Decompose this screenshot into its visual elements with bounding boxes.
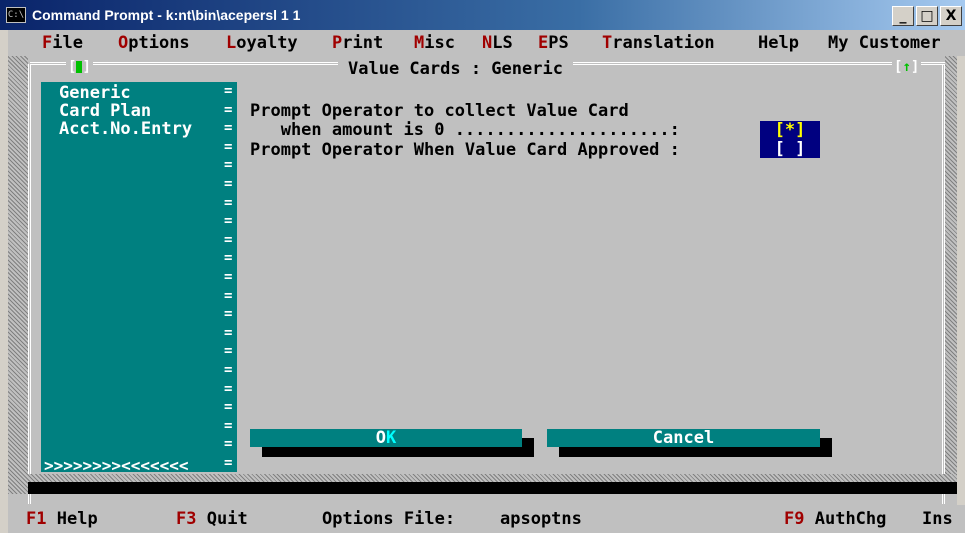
collect-label-line2: when amount is 0 .....................: xyxy=(250,120,680,140)
menu-nls[interactable]: NLS xyxy=(482,30,513,56)
sidebar-item-generic[interactable]: Generic xyxy=(59,84,131,102)
sidebar-separator-glyph: = xyxy=(224,194,233,211)
menu-loyalty-label: oyalty xyxy=(236,33,298,53)
menu-options[interactable]: Options xyxy=(118,30,190,56)
sidebar-separator-glyph: = xyxy=(224,380,233,397)
window-titlebar[interactable]: C:\ Command Prompt - k:nt\bin\acepersl 1… xyxy=(0,0,965,30)
sidebar-separator-glyph: = xyxy=(224,417,233,434)
menu-file[interactable]: File xyxy=(42,30,83,56)
sidebar-separator-glyph: = xyxy=(224,138,233,155)
dialog-zoom-control[interactable]: [↑] xyxy=(892,59,922,75)
maximize-button[interactable]: □ xyxy=(916,6,938,26)
console-area: File Options Loyalty Print Misc NLS EPS … xyxy=(0,30,965,533)
dialog-title: Value Cards : Generic xyxy=(338,60,573,78)
sidebar-separator-glyph: = xyxy=(224,250,233,267)
menu-print-label: rint xyxy=(342,33,384,53)
window-title: Command Prompt - k:nt\bin\acepersl 1 1 xyxy=(32,7,301,23)
status-separator-line xyxy=(28,482,957,494)
menu-nls-hotkey: N xyxy=(482,33,493,53)
menu-file-label: ile xyxy=(52,33,83,53)
zoom-arrow-icon: ↑ xyxy=(902,59,911,75)
status-quit[interactable]: F3 Quit xyxy=(176,505,248,533)
ok-button-hotkey: K xyxy=(386,428,397,448)
menu-bar: File Options Loyalty Print Misc NLS EPS … xyxy=(16,30,965,56)
collect-value-checkbox[interactable]: [*] xyxy=(760,121,820,140)
sidebar-separator-glyph: = xyxy=(224,213,233,230)
sidebar-separator-glyph: = xyxy=(224,343,233,360)
sidebar-item-acct-no-entry[interactable]: Acct.No.Entry xyxy=(59,120,192,138)
menu-help-label: Help xyxy=(758,33,799,53)
menu-misc[interactable]: Misc xyxy=(414,30,455,56)
menu-loyalty-hotkey: L xyxy=(226,33,237,53)
cancel-button[interactable]: Cancel xyxy=(547,429,820,447)
sidebar-list: Generic Card Plan Acct.No.Entry >>>>>>>>… xyxy=(41,82,237,475)
status-insert-mode: Ins xyxy=(922,509,953,529)
menu-translation[interactable]: Translation xyxy=(602,30,715,56)
menu-help[interactable]: Help xyxy=(758,30,799,56)
sidebar-separator-glyph: = xyxy=(224,287,233,304)
sidebar-separator-glyph: = xyxy=(224,120,233,137)
close-bracket-right: ] xyxy=(82,59,91,75)
sidebar-separator-glyph: = xyxy=(224,306,233,323)
close-button[interactable]: X xyxy=(940,6,962,26)
menu-nls-label: LS xyxy=(492,33,513,53)
status-f1-key: F1 xyxy=(26,509,47,529)
collect-label-line1: Prompt Operator to collect Value Card xyxy=(250,101,629,121)
status-options-label: Options File: xyxy=(322,509,456,529)
menu-translation-hotkey: T xyxy=(602,33,613,53)
menu-misc-label: isc xyxy=(424,33,455,53)
menu-print-hotkey: P xyxy=(332,33,343,53)
sidebar-separator-glyph: = xyxy=(224,436,233,453)
approved-value-checkbox[interactable]: [ ] xyxy=(760,140,820,158)
ok-button[interactable]: OK xyxy=(250,429,522,447)
sidebar-separator-glyph: = xyxy=(224,83,233,99)
menu-options-hotkey: O xyxy=(118,33,129,53)
sidebar-separator-glyph: = xyxy=(224,231,233,248)
status-f1-label: Help xyxy=(56,509,98,529)
sidebar-separator-glyph: = xyxy=(224,455,233,471)
sidebar-separator-glyph: = xyxy=(224,157,233,174)
status-bar: F1 Help F3 Quit Options File: apsoptns F… xyxy=(16,505,965,533)
status-f9-label: AuthChg xyxy=(814,509,887,529)
sidebar-separator-glyph: = xyxy=(224,269,233,285)
menu-eps[interactable]: EPS xyxy=(538,30,569,56)
close-bracket-left: [ xyxy=(68,59,77,75)
menu-my-customer-label: My Customer xyxy=(828,33,941,53)
sidebar-separator-glyph: = xyxy=(224,362,233,378)
sidebar-separator: = = = = = = = = = = = = = = = = = = = = = xyxy=(224,82,238,472)
status-options-value: apsoptns xyxy=(500,509,582,529)
menu-eps-hotkey: E xyxy=(538,33,549,53)
status-f3-key: F3 xyxy=(176,509,197,529)
menu-loyalty[interactable]: Loyalty xyxy=(226,30,298,56)
menu-my-customer[interactable]: My Customer xyxy=(828,30,941,56)
dither-right xyxy=(945,56,957,494)
dither-left xyxy=(8,56,28,494)
zoom-bracket-right: ] xyxy=(910,59,920,75)
sidebar-separator-glyph: = xyxy=(224,176,233,192)
status-authchg[interactable]: F9 AuthChg xyxy=(784,505,886,533)
status-help[interactable]: F1 Help xyxy=(26,505,98,533)
menu-file-hotkey: F xyxy=(42,33,53,53)
sidebar-separator-glyph: = xyxy=(224,101,233,118)
dialog-frame-left xyxy=(28,64,32,504)
dialog-frame-right xyxy=(942,64,946,504)
sidebar-separator-glyph: = xyxy=(224,399,233,416)
status-f9-key: F9 xyxy=(784,509,805,529)
sidebar-scroll-indicator[interactable]: >>>>>>>><<<<<<< xyxy=(44,457,189,475)
menu-eps-label: PS xyxy=(548,33,569,53)
dialog-close-control[interactable]: [] xyxy=(66,59,93,75)
ok-button-label: O xyxy=(375,428,386,448)
approved-label: Prompt Operator When Value Card Approved… xyxy=(250,140,680,160)
console-icon[interactable]: C:\ xyxy=(6,7,26,23)
sidebar-separator-glyph: = xyxy=(224,324,233,341)
menu-misc-hotkey: M xyxy=(414,33,425,53)
menu-print[interactable]: Print xyxy=(332,30,383,56)
sidebar-item-card-plan[interactable]: Card Plan xyxy=(59,102,151,120)
status-f3-label: Quit xyxy=(206,509,248,529)
minimize-button[interactable]: _ xyxy=(892,6,914,26)
menu-translation-label: ranslation xyxy=(612,33,715,53)
window-controls: _ □ X xyxy=(890,6,962,26)
menu-options-label: ptions xyxy=(128,33,190,53)
